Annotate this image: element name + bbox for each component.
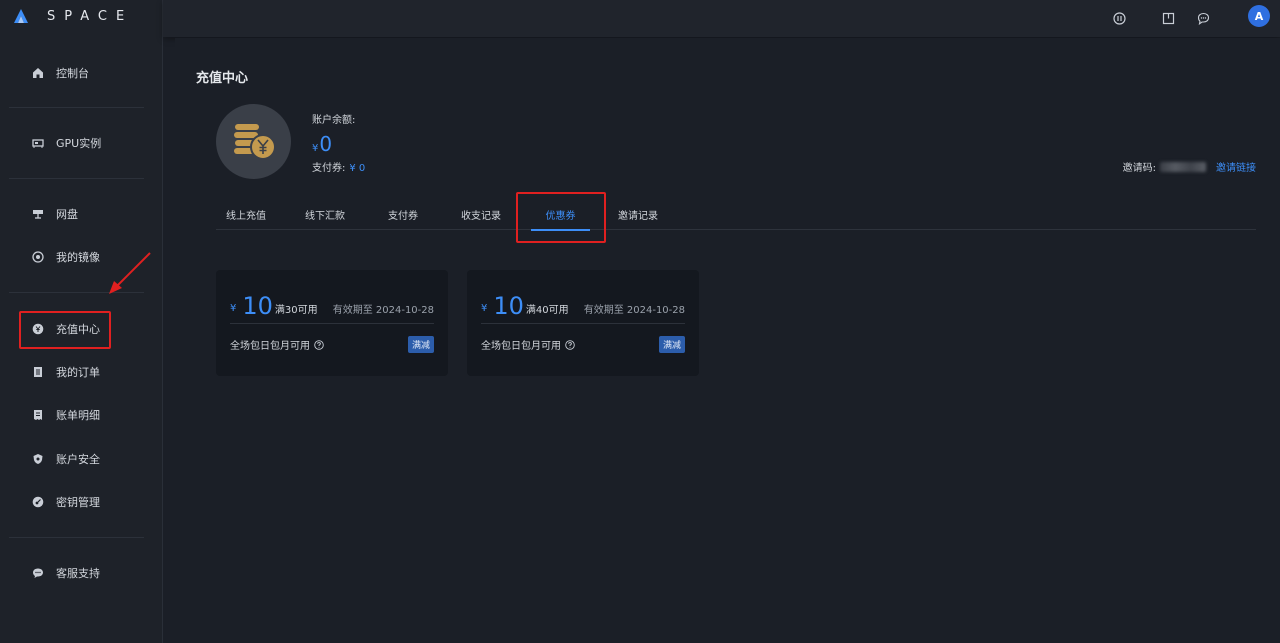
home-icon (32, 67, 44, 79)
sidebar-item-label: 控制台 (56, 67, 89, 80)
coupon-condition: 满40可用 (525, 305, 569, 316)
gpu-icon (32, 137, 44, 149)
tab-online-recharge[interactable]: 线上充值 (216, 199, 276, 230)
wallet-coins-icon (216, 104, 291, 179)
coupon-scope-text: 全场包日包月可用 (230, 341, 310, 352)
order-icon (32, 366, 44, 378)
annotation-arrow (105, 250, 155, 295)
tab-coupons[interactable]: 优惠券 (531, 199, 590, 231)
sidebar-item-label: GPU实例 (56, 137, 102, 150)
coupon-type-badge: 满减 (407, 336, 434, 353)
image-disc-icon (32, 251, 44, 263)
coupon-footer: 全场包日包月可用 满减 (230, 336, 434, 353)
question-icon[interactable] (565, 339, 575, 350)
sidebar-divider (9, 107, 144, 108)
balance-value: ¥ 0 (312, 132, 332, 156)
coupon-expiry: 有效期至 2024-10-28 (583, 305, 685, 316)
message-icon[interactable] (1195, 10, 1211, 26)
tab-payment-voucher[interactable]: 支付券 (379, 199, 427, 230)
coupon-footer: 全场包日包月可用 满减 (481, 336, 685, 353)
sidebar-item-support[interactable]: 客服支持 (0, 558, 163, 588)
voucher-value: ¥ 0 (349, 163, 366, 174)
coupon-currency: ¥ (230, 303, 237, 314)
sidebar-item-storage[interactable]: 网盘 (0, 199, 163, 229)
book-icon[interactable] (1160, 10, 1176, 26)
sidebar-divider (9, 537, 144, 538)
balance-label: 账户余额: (312, 115, 356, 126)
tab-bar: 线上充值 线下汇款 支付券 收支记录 优惠券 邀请记录 (216, 199, 1256, 231)
sidebar-item-bills[interactable]: 账单明细 (0, 400, 163, 430)
coupon-card[interactable]: ¥ 10 满40可用 有效期至 2024-10-28 全场包日包月可用 满减 (467, 270, 699, 376)
sidebar-item-recharge[interactable]: 充值中心 (0, 314, 163, 344)
invite-link[interactable]: 邀请链接 (1216, 159, 1256, 174)
question-icon[interactable] (314, 339, 324, 350)
sidebar: SPACE 控制台 GPU实例 网盘 我的镜像 充值中心 我的订单 账单明细 账… (0, 0, 163, 643)
coupon-scope: 全场包日包月可用 (230, 337, 324, 352)
page-title: 充值中心 (196, 71, 249, 86)
sidebar-item-label: 账户安全 (56, 453, 100, 466)
sidebar-divider (9, 178, 144, 179)
chat-support-icon (32, 567, 44, 579)
balance-currency: ¥ (312, 143, 319, 154)
invite-section: 邀请码: 邀请链接 (1123, 159, 1256, 174)
sidebar-item-label: 我的镜像 (56, 251, 100, 264)
coupon-card[interactable]: ¥ 10 满30可用 有效期至 2024-10-28 全场包日包月可用 满减 (216, 270, 448, 376)
shield-icon (32, 453, 44, 465)
sidebar-item-label: 密钥管理 (56, 496, 100, 509)
coupon-header: ¥ 10 满40可用 有效期至 2024-10-28 (481, 288, 685, 324)
coupon-currency: ¥ (481, 303, 488, 314)
invite-code-redacted (1160, 161, 1206, 172)
bill-icon (32, 409, 44, 421)
balance-amount: 0 (319, 132, 333, 156)
sidebar-item-key-management[interactable]: 密钥管理 (0, 487, 163, 517)
storage-icon (32, 208, 44, 220)
sidebar-item-account-security[interactable]: 账户安全 (0, 444, 163, 474)
sidebar-item-gpu[interactable]: GPU实例 (0, 128, 163, 158)
sidebar-item-label: 充值中心 (56, 323, 100, 336)
coupon-amount: 10 (493, 291, 524, 320)
app-logo[interactable]: SPACE (13, 7, 133, 25)
sidebar-item-label: 客服支持 (56, 567, 100, 580)
sidebar-item-label: 网盘 (56, 208, 78, 221)
logo-icon (13, 8, 29, 24)
sidebar-item-orders[interactable]: 我的订单 (0, 357, 163, 387)
coupon-scope-text: 全场包日包月可用 (481, 341, 561, 352)
user-avatar[interactable]: A (1248, 5, 1270, 27)
invite-code-label: 邀请码: (1122, 163, 1156, 174)
coupon-header: ¥ 10 满30可用 有效期至 2024-10-28 (230, 288, 434, 324)
sidebar-item-label: 账单明细 (56, 409, 100, 422)
coupon-type-badge: 满减 (658, 336, 685, 353)
coupon-scope: 全场包日包月可用 (481, 337, 575, 352)
app-name: SPACE (47, 8, 134, 24)
voucher-row: 支付券: ¥ 0 (312, 159, 365, 174)
coupon-condition: 满30可用 (274, 305, 318, 316)
sidebar-item-label: 我的订单 (56, 366, 100, 379)
key-icon (32, 496, 44, 508)
info-icon[interactable] (1111, 10, 1127, 26)
coupon-expiry: 有效期至 2024-10-28 (332, 305, 434, 316)
recharge-icon (32, 323, 44, 335)
coupon-amount: 10 (242, 291, 273, 320)
tab-transactions[interactable]: 收支记录 (452, 199, 510, 230)
voucher-label: 支付券: (312, 163, 346, 174)
tab-offline-transfer[interactable]: 线下汇款 (296, 199, 354, 230)
sidebar-item-console[interactable]: 控制台 (0, 58, 163, 88)
tab-invite-records[interactable]: 邀请记录 (609, 199, 667, 230)
